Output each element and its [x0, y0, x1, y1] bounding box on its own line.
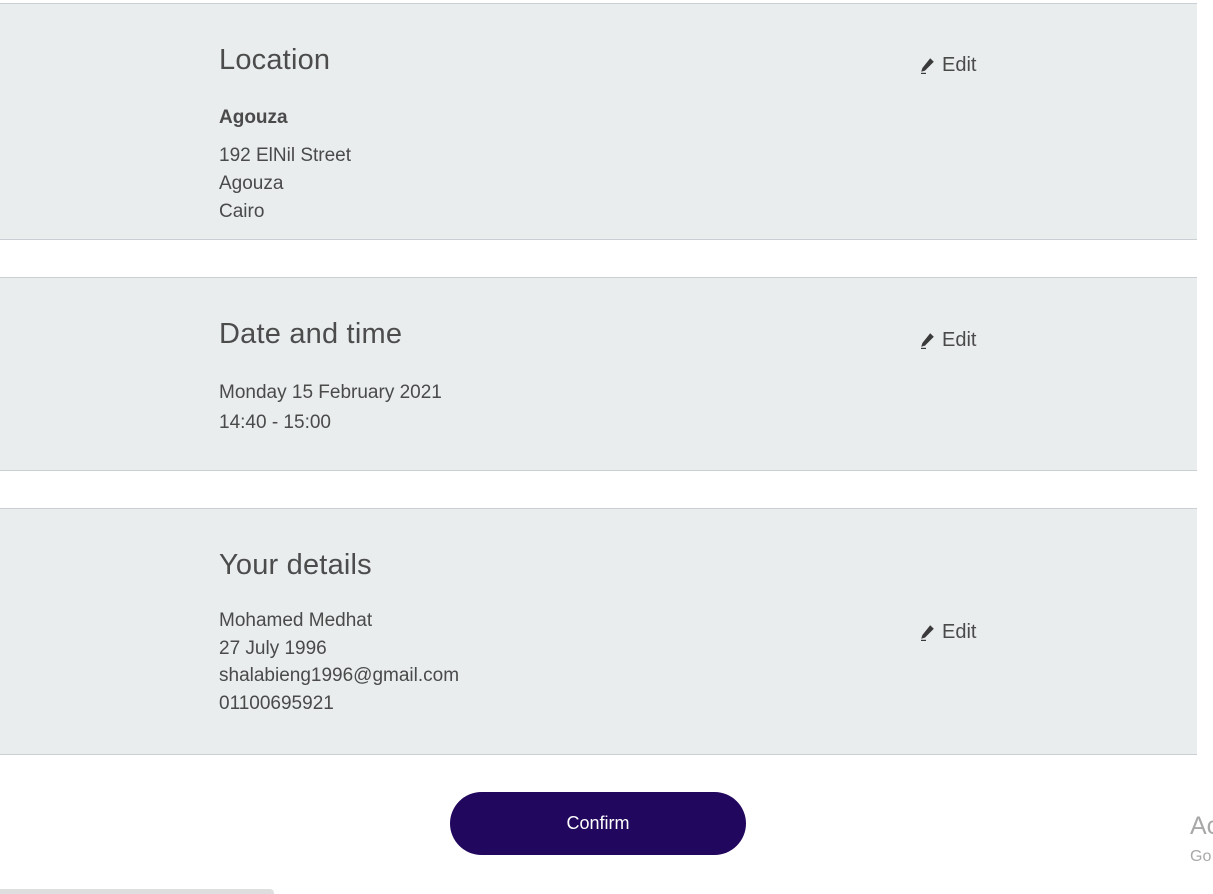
location-name: Agouza — [219, 107, 288, 128]
activation-overlay-title: Ac — [1190, 812, 1213, 840]
confirm-button[interactable]: Confirm — [450, 792, 746, 855]
pencil-icon — [921, 624, 934, 641]
address-street: 192 ElNil Street — [219, 145, 352, 166]
your-details-title: Your details — [219, 549, 372, 581]
edit-label: Edit — [942, 54, 977, 76]
location-title: Location — [219, 44, 331, 76]
date-time-title: Date and time — [219, 318, 403, 350]
address-city: Cairo — [219, 201, 265, 222]
customer-phone: 01100695921 — [219, 693, 334, 714]
date-time-section: Date and time Edit Monday 15 February 20… — [0, 277, 1197, 471]
edit-label: Edit — [942, 621, 977, 643]
appointment-date: Monday 15 February 2021 — [219, 382, 442, 403]
customer-birthdate: 27 July 1996 — [219, 638, 327, 659]
your-details-section: Your details Edit Mohamed Medhat 27 July… — [0, 508, 1197, 755]
location-section: Location Edit Agouza 192 ElNil Street Ag… — [0, 3, 1197, 240]
edit-details-button[interactable]: Edit — [919, 621, 976, 644]
appointment-time: 14:40 - 15:00 — [219, 412, 331, 433]
booking-review-page: Location Edit Agouza 192 ElNil Street Ag… — [0, 0, 1213, 894]
customer-email: shalabieng1996@gmail.com — [219, 665, 460, 686]
pencil-icon — [921, 332, 934, 349]
edit-location-button[interactable]: Edit — [919, 54, 976, 77]
pencil-icon — [921, 57, 934, 74]
activation-overlay-subtitle: Go — [1190, 848, 1212, 865]
edit-label: Edit — [942, 329, 977, 351]
edit-date-time-button[interactable]: Edit — [919, 329, 976, 352]
bottom-scrollbar[interactable] — [0, 889, 274, 894]
customer-name: Mohamed Medhat — [219, 610, 373, 631]
address-district: Agouza — [219, 173, 284, 194]
